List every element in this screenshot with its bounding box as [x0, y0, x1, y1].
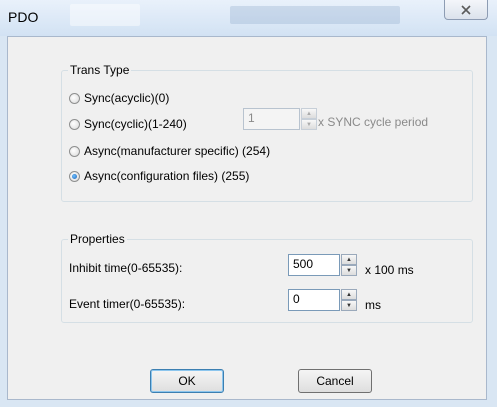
title-bar: PDO: [0, 0, 497, 36]
ok-button[interactable]: OK: [150, 369, 224, 393]
radio-sync-cyclic[interactable]: Sync(cyclic)(1-240): [69, 117, 187, 131]
arrow-up-icon[interactable]: ▲: [301, 108, 317, 119]
dialog-body: Trans Type Sync(acyclic)(0) Sync(cyclic)…: [7, 36, 487, 400]
title-bar-glass: [70, 4, 140, 26]
event-timer-label: Event timer(0-65535):: [69, 297, 186, 311]
radio-label: Sync(acyclic)(0): [84, 91, 170, 105]
arrow-down-icon[interactable]: ▼: [301, 119, 317, 130]
arrow-down-icon[interactable]: ▼: [341, 265, 357, 276]
radio-label: Async(configuration files) (255): [84, 169, 250, 183]
event-timer-unit: ms: [365, 298, 381, 312]
close-icon: [461, 4, 471, 15]
inhibit-time-unit: x 100 ms: [365, 263, 414, 277]
inhibit-time-input[interactable]: 500: [288, 254, 340, 276]
radio-button-selected[interactable]: [69, 170, 80, 182]
sync-cycle-input[interactable]: 1: [243, 108, 300, 130]
radio-label: Sync(cyclic)(1-240): [84, 117, 187, 131]
stepper-arrows[interactable]: ▲ ▼: [301, 108, 317, 130]
inhibit-time-stepper[interactable]: 500 ▲ ▼: [288, 254, 357, 276]
title-bar-glass: [230, 6, 400, 24]
trans-type-group: Trans Type Sync(acyclic)(0) Sync(cyclic)…: [61, 63, 473, 202]
cancel-button[interactable]: Cancel: [298, 369, 372, 393]
radio-async-manufacturer[interactable]: Async(manufacturer specific) (254): [69, 144, 270, 158]
window-title: PDO: [8, 9, 39, 25]
radio-label: Async(manufacturer specific) (254): [84, 144, 271, 158]
event-timer-stepper[interactable]: 0 ▲ ▼: [288, 289, 357, 311]
radio-sync-acyclic[interactable]: Sync(acyclic)(0): [69, 91, 169, 105]
stepper-arrows[interactable]: ▲ ▼: [341, 289, 357, 311]
arrow-up-icon[interactable]: ▲: [341, 289, 357, 300]
radio-async-configuration[interactable]: Async(configuration files) (255): [69, 169, 249, 183]
sync-cycle-unit: x SYNC cycle period: [318, 115, 429, 129]
trans-type-legend: Trans Type: [68, 63, 132, 77]
close-button[interactable]: [444, 0, 488, 20]
properties-legend: Properties: [68, 232, 127, 246]
properties-group: Properties Inhibit time(0-65535): 500 ▲ …: [61, 232, 473, 323]
stepper-arrows[interactable]: ▲ ▼: [341, 254, 357, 276]
radio-button[interactable]: [69, 92, 80, 104]
pdo-dialog: PDO Trans Type Sync(acyclic)(0) Sync(cyc…: [0, 0, 497, 407]
radio-button[interactable]: [69, 145, 80, 157]
radio-button[interactable]: [69, 118, 80, 130]
arrow-up-icon[interactable]: ▲: [341, 254, 357, 265]
sync-cycle-stepper[interactable]: 1 ▲ ▼: [243, 108, 317, 130]
event-timer-input[interactable]: 0: [288, 289, 340, 311]
inhibit-time-label: Inhibit time(0-65535):: [69, 261, 183, 275]
arrow-down-icon[interactable]: ▼: [341, 300, 357, 311]
